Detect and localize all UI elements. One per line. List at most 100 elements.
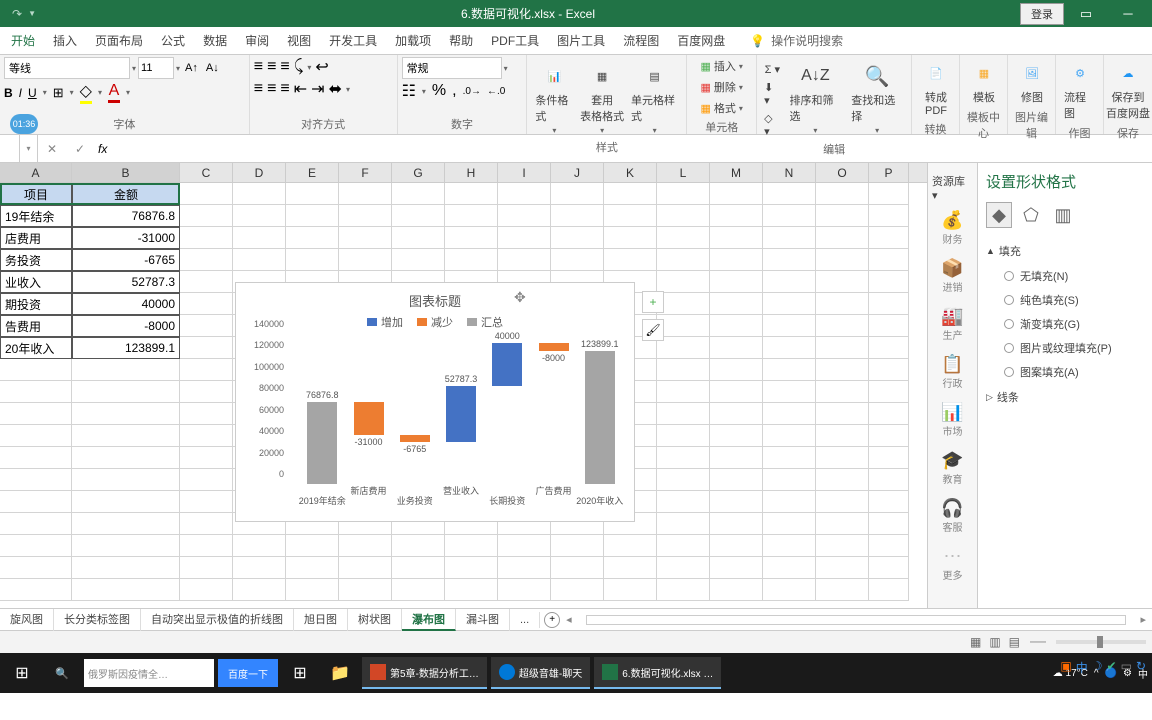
sum-icon[interactable]: Σ ▾ xyxy=(761,62,783,77)
cell[interactable] xyxy=(180,491,233,513)
fill-option[interactable]: 无填充(N) xyxy=(986,264,1144,288)
cell[interactable]: -31000 xyxy=(72,227,180,249)
cell[interactable] xyxy=(816,535,869,557)
insert-button[interactable]: ▦插入▾ xyxy=(691,57,752,75)
cell[interactable] xyxy=(286,227,339,249)
comma-icon[interactable]: , xyxy=(452,82,456,100)
name-box-dd-icon[interactable]: ▾ xyxy=(20,135,38,162)
flowchart-button[interactable]: ⚙流程图 xyxy=(1060,57,1100,123)
cell[interactable]: 金额 xyxy=(72,183,180,205)
chart-bar[interactable]: 123899.1 xyxy=(585,351,615,484)
format-button[interactable]: ▦格式▾ xyxy=(691,99,752,117)
cell[interactable] xyxy=(0,469,72,491)
explorer-icon[interactable]: 📁 xyxy=(322,657,358,689)
cell[interactable] xyxy=(710,205,763,227)
cell[interactable] xyxy=(869,469,909,491)
cell[interactable] xyxy=(233,579,286,601)
col-header-L[interactable]: L xyxy=(657,163,710,182)
tab-baidu[interactable]: 百度网盘 xyxy=(668,27,734,54)
cell[interactable] xyxy=(816,315,869,337)
cell[interactable] xyxy=(763,447,816,469)
template-button[interactable]: ▦模板 xyxy=(964,57,1004,107)
cell[interactable] xyxy=(0,579,72,601)
resource-item[interactable]: 🎓教育 xyxy=(935,446,971,490)
col-header-M[interactable]: M xyxy=(710,163,763,182)
cell[interactable] xyxy=(710,557,763,579)
tab-help[interactable]: 帮助 xyxy=(440,27,482,54)
cell[interactable] xyxy=(816,469,869,491)
cell[interactable] xyxy=(816,359,869,381)
cell[interactable] xyxy=(710,491,763,513)
cell[interactable] xyxy=(551,183,604,205)
image-edit-button[interactable]: 🖼修图 xyxy=(1012,57,1052,107)
cell[interactable] xyxy=(72,469,180,491)
cell[interactable]: 20年收入 xyxy=(0,337,72,359)
cell[interactable] xyxy=(286,535,339,557)
cell[interactable] xyxy=(657,579,710,601)
cell[interactable] xyxy=(657,337,710,359)
col-header-O[interactable]: O xyxy=(816,163,869,182)
cell[interactable] xyxy=(72,491,180,513)
cell[interactable]: 项目 xyxy=(0,183,72,205)
col-header-J[interactable]: J xyxy=(551,163,604,182)
normal-view-icon[interactable]: ▦ xyxy=(970,635,981,649)
fill-color-icon[interactable]: ◇ xyxy=(80,81,92,104)
cell[interactable] xyxy=(180,337,233,359)
cell[interactable] xyxy=(180,469,233,491)
cell[interactable] xyxy=(710,381,763,403)
cell[interactable] xyxy=(498,249,551,271)
zoom-slider[interactable] xyxy=(1056,640,1146,644)
tray-ime-icon[interactable]: 中 xyxy=(1076,659,1088,676)
size-dd-icon[interactable]: ▾ xyxy=(176,64,180,73)
italic-button[interactable]: I xyxy=(19,86,22,100)
spreadsheet-grid[interactable]: ABCDEFGHIJKLMNOP 项目金额19年结余76876.8店费用-310… xyxy=(0,163,927,608)
chart-plus-button[interactable]: + xyxy=(642,291,664,313)
cell[interactable] xyxy=(72,535,180,557)
cell[interactable] xyxy=(180,315,233,337)
cell[interactable] xyxy=(392,557,445,579)
cell[interactable] xyxy=(72,359,180,381)
tab-data[interactable]: 数据 xyxy=(194,27,236,54)
cell[interactable] xyxy=(180,579,233,601)
cell[interactable] xyxy=(763,205,816,227)
cell[interactable] xyxy=(816,403,869,425)
merge-icon[interactable]: ⬌ xyxy=(329,79,342,99)
cell[interactable] xyxy=(551,535,604,557)
cell[interactable] xyxy=(392,183,445,205)
cell[interactable] xyxy=(763,403,816,425)
cell[interactable] xyxy=(763,535,816,557)
cell[interactable] xyxy=(869,425,909,447)
line-section-toggle[interactable]: ▷线条 xyxy=(986,384,1144,410)
cell[interactable] xyxy=(498,535,551,557)
cell[interactable] xyxy=(710,271,763,293)
bold-button[interactable]: B xyxy=(4,86,13,100)
cell[interactable] xyxy=(710,315,763,337)
cell[interactable] xyxy=(551,579,604,601)
cell[interactable]: 52787.3 xyxy=(72,271,180,293)
tray-sync-icon[interactable]: ↻ xyxy=(1136,659,1146,676)
effects-tab-icon[interactable]: ⬠ xyxy=(1018,202,1044,228)
dec-decimal-icon[interactable]: ←.0 xyxy=(487,86,505,97)
cell[interactable] xyxy=(816,381,869,403)
chart-bar[interactable]: 76876.8 xyxy=(307,402,337,484)
cell[interactable] xyxy=(72,403,180,425)
cell[interactable] xyxy=(604,249,657,271)
cell[interactable] xyxy=(763,491,816,513)
cell[interactable]: 务投资 xyxy=(0,249,72,271)
cell-styles-button[interactable]: ▤单元格样式▾ xyxy=(627,60,682,137)
cell[interactable] xyxy=(498,579,551,601)
chart-bar[interactable]: 40000 xyxy=(492,343,522,386)
cell[interactable] xyxy=(763,227,816,249)
align-right-icon[interactable]: ≡ xyxy=(280,80,289,98)
resource-title[interactable]: 资源库 ▾ xyxy=(928,169,977,206)
cell[interactable] xyxy=(180,271,233,293)
cell[interactable] xyxy=(286,183,339,205)
cell[interactable] xyxy=(180,425,233,447)
tell-me-search[interactable]: 💡 操作说明搜索 xyxy=(744,30,849,51)
cell[interactable] xyxy=(445,557,498,579)
move-handle-icon[interactable]: ✥ xyxy=(514,289,526,306)
tab-addins[interactable]: 加载项 xyxy=(386,27,440,54)
task-excel[interactable]: 6.数据可视化.xlsx … xyxy=(594,657,721,689)
tab-home[interactable]: 开始 xyxy=(2,27,44,54)
tray-user-icon[interactable]: ▭ xyxy=(1121,659,1132,676)
